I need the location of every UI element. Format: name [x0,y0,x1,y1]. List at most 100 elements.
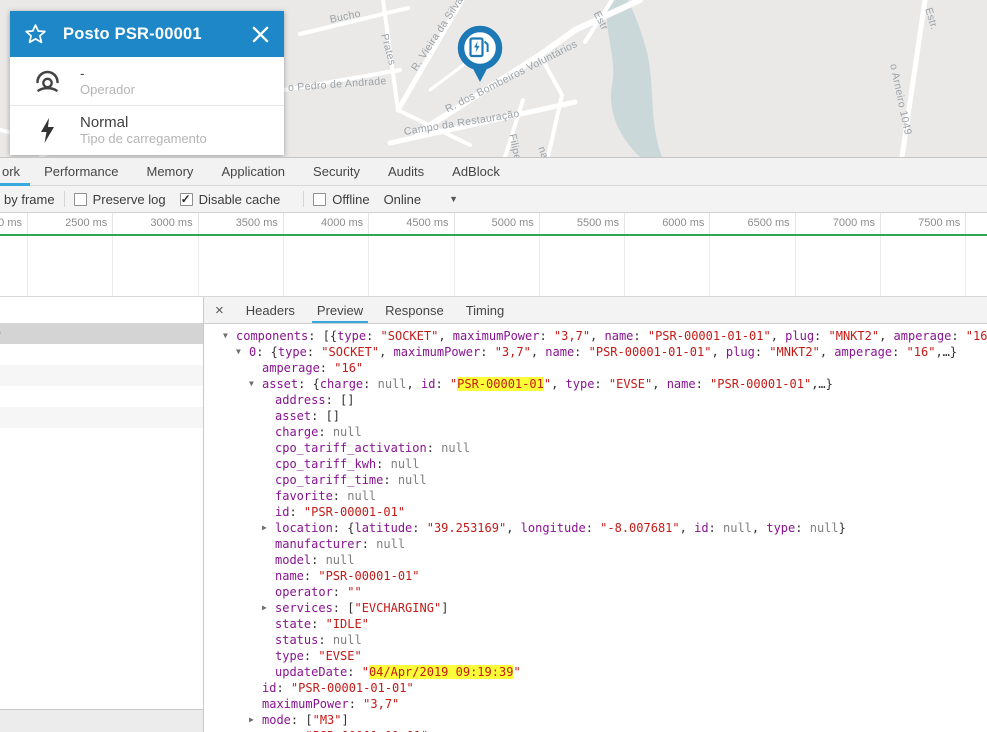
json-tree-line: operator: "" [204,584,987,600]
selected-request-row[interactable]: 0 [0,323,203,344]
json-string: "39.253169" [426,521,507,535]
disclosure-triangle-icon[interactable]: ▼ [223,328,235,344]
tab-application[interactable]: Application [207,158,299,185]
request-row[interactable] [0,365,203,386]
json-null: null [390,457,420,471]
waterfall-grid-line [794,236,796,296]
json-punctuation: ,…} [811,377,833,391]
offline-checkbox[interactable]: Offline [313,192,370,207]
json-tree-line: ▼ 0: {type: "SOCKET", maximumPower: "3,7"… [204,344,987,360]
json-tree-line: status: null [204,632,987,648]
details-tab-preview[interactable]: Preview [306,297,374,323]
json-key: charge [275,425,319,439]
json-key: plug [785,329,815,343]
json-tree-line: asset: [] [204,408,987,424]
close-icon[interactable] [251,25,270,44]
disclosure-triangle-icon[interactable]: ▼ [236,344,248,360]
waterfall-grid-line [709,236,711,296]
json-string: "PSR-00001-01" [710,377,812,391]
json-punctuation: : [ [332,601,355,615]
json-punctuation: : { [256,345,278,359]
json-punctuation: , [530,345,546,359]
json-string: "EVCHARGING" [354,601,442,615]
waterfall-grid-line [368,236,370,296]
json-punctuation: : [585,521,601,535]
json-null: null [397,473,427,487]
ruler-tick-label: 4000 ms [320,217,364,229]
ruler-tick-label: 4500 ms [406,217,449,229]
disclosure-triangle-icon[interactable]: ▶ [249,712,261,728]
json-punctuation: : [ [290,713,313,727]
operator-row: - Operador [10,57,284,106]
json-string: "PSR-00001-01-01" [647,329,771,343]
json-string: "-8.007681" [600,521,680,535]
json-string: " [543,377,552,391]
json-tree-line: name: "PSR-00001-01" [204,568,987,584]
json-key: latitude [354,521,413,535]
json-key: id [262,681,277,695]
json-key: cpo_tariff_kwh [275,457,377,471]
json-punctuation: , [679,521,695,535]
json-tree-line: ▶ services: ["EVCHARGING"] [204,600,987,616]
tab-adblock[interactable]: AdBlock [438,158,514,185]
json-key: id [420,377,436,391]
checkbox-unchecked-icon[interactable] [73,192,87,206]
json-tree-line: ▼ components: [{type: "SOCKET", maximumPo… [204,328,987,344]
preserve-log-checkbox[interactable]: Preserve log [73,192,166,207]
network-toolbar: by frame Preserve log Disable cache Offl… [0,186,987,213]
checkbox-checked-icon[interactable] [179,192,193,206]
throttling-dropdown[interactable]: Online ▼ [384,192,459,207]
group-by-frame-label[interactable]: by frame [4,192,55,207]
json-punctuation: : [363,377,378,391]
request-list[interactable]: 0 [0,297,204,732]
json-key: type [766,521,796,535]
operator-icon [32,69,62,94]
details-tab-timing[interactable]: Timing [455,297,516,323]
charging-type-value: Normal [80,114,129,131]
ruler-tick-line [27,213,28,236]
close-details-icon[interactable]: × [204,297,235,323]
json-key: asset [275,409,312,423]
disable-cache-checkbox[interactable]: Disable cache [179,192,280,207]
json-preview-tree: ▼ components: [{type: "SOCKET", maximumPo… [204,324,987,732]
details-tab-response[interactable]: Response [374,297,455,323]
json-tree-line: updateDate: "04/Apr/2019 09:19:39" [204,664,987,680]
json-punctuation: : [633,329,648,343]
ruler-tick-label: 2500 ms [65,217,108,229]
request-row[interactable] [0,407,203,428]
ruler-tick-line [368,213,370,236]
json-tree-line: ▶ location: {latitude: "39.253169", longi… [204,520,987,536]
json-key: components [236,329,309,343]
tab-security[interactable]: Security [299,158,374,185]
json-string: "SOCKET" [321,345,380,359]
json-key: type [565,377,595,391]
json-punctuation: , [879,329,894,343]
disclosure-triangle-icon[interactable]: ▶ [262,600,274,616]
popup-header: Posto PSR-00001 [10,11,284,57]
json-punctuation: ,…} [935,345,958,359]
json-punctuation: : [754,345,770,359]
json-key: cpo_tariff_time [275,473,384,487]
ruler-tick-label: 5500 ms [576,217,620,229]
tab-performance[interactable]: Performance [30,158,132,185]
json-null: null [332,425,362,439]
waterfall-grid-line [880,236,881,296]
tab-ork[interactable]: ork [0,158,31,186]
disclosure-triangle-icon[interactable]: ▶ [262,520,274,536]
ev-charging-station-pin[interactable] [453,24,507,86]
popup-title: Posto PSR-00001 [63,24,202,43]
ruler-tick-line [709,213,711,236]
details-tab-headers[interactable]: Headers [235,297,306,323]
json-tree-line: ▶ mode: ["M3"] [204,712,987,728]
json-punctuation: : [708,521,723,535]
checkbox-unchecked-icon[interactable] [313,192,327,206]
tab-audits[interactable]: Audits [374,158,438,185]
json-punctuation: : [{ [308,329,338,343]
json-punctuation: : { [298,377,320,391]
disclosure-triangle-icon[interactable]: ▼ [249,376,261,392]
json-punctuation: : [332,585,348,599]
tab-memory[interactable]: Memory [132,158,207,185]
favorite-star-icon[interactable] [24,23,47,46]
json-key: manufacturer [275,537,362,551]
json-string: "16" [906,345,936,359]
